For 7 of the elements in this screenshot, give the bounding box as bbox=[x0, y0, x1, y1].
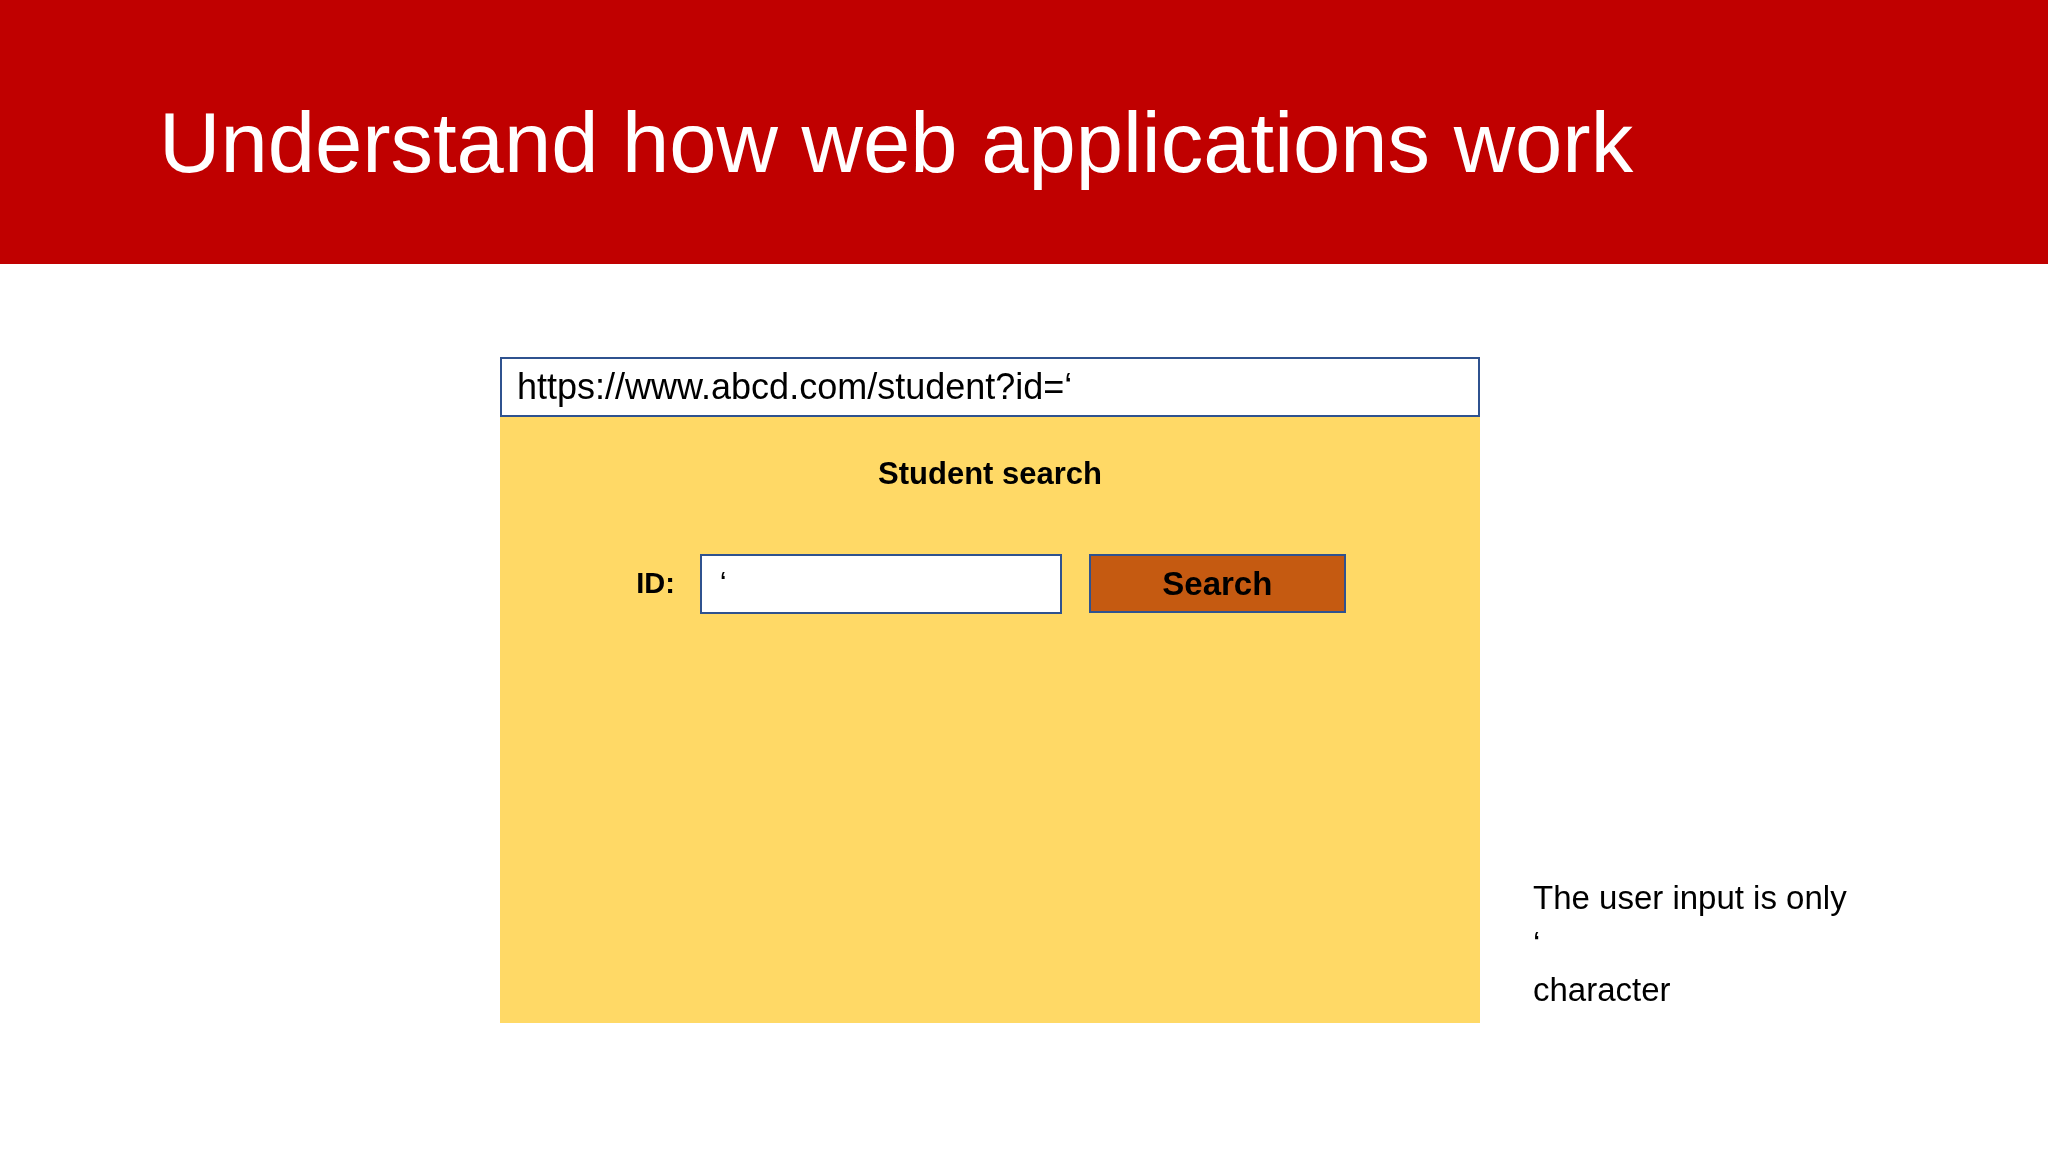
field-label: ID: bbox=[636, 566, 675, 601]
slide-title: Understand how web applications work bbox=[159, 93, 1634, 192]
note-text: The user input is only ‘ character bbox=[1533, 878, 1847, 1010]
page-heading: Student search bbox=[878, 455, 1102, 493]
input-field[interactable]: ‘ bbox=[699, 553, 1062, 614]
address-bar[interactable]: https://www.abcd.com/student?id=‘ bbox=[500, 357, 1480, 417]
search-button[interactable]: Search bbox=[1088, 554, 1346, 614]
